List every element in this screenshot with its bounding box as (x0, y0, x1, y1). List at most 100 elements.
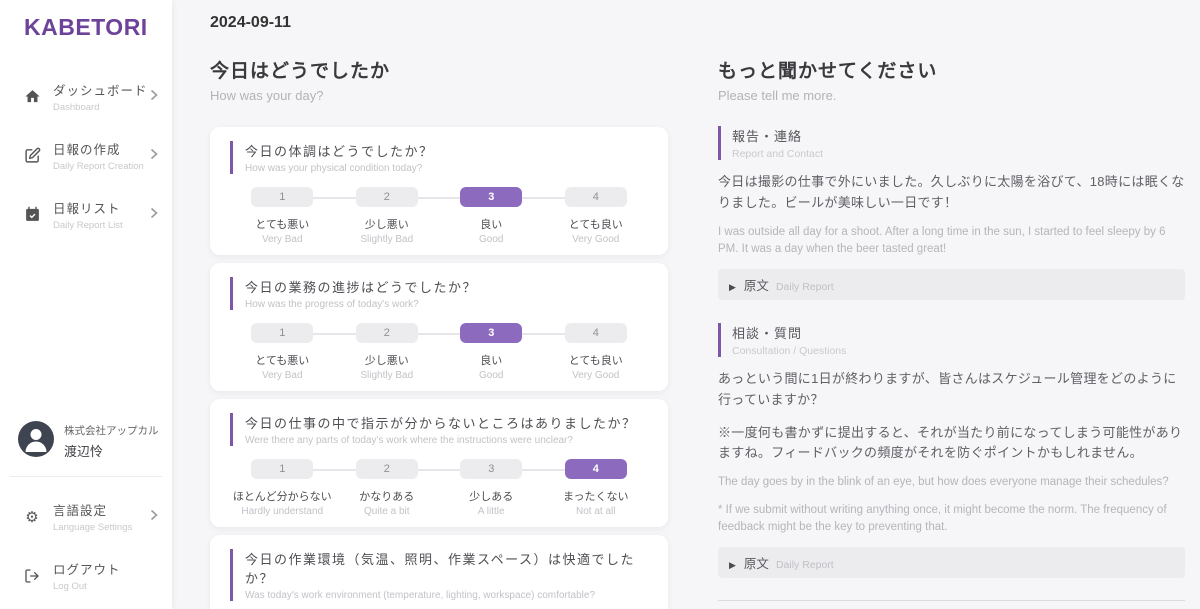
question-text-jp: 今日の業務の進捗はどうでしたか？ (245, 277, 648, 296)
sidebar-item-daily-report-creation[interactable]: 日報の作成 Daily Report Creation (0, 134, 172, 177)
chevron-right-icon (150, 88, 158, 106)
avatar (18, 421, 54, 462)
rating-option: 1 ほとんど分からない Hardly understand (230, 459, 335, 517)
nav-label-en: Log Out (53, 581, 158, 592)
original-text-toggle[interactable]: ▶ 原文 Daily Report (718, 547, 1185, 578)
original-text-toggle[interactable]: ▶ 原文 Daily Report (718, 269, 1185, 300)
rating-option: 3 少しある A little (439, 459, 544, 517)
question-text-en: How was the progress of today's work? (245, 299, 648, 310)
original-text-label-en: Daily Report (776, 559, 834, 571)
section-heading: 相談・質問 Consultation / Questions (718, 323, 1185, 357)
rating-pill-2[interactable]: 2 (356, 323, 418, 343)
section-heading: 報告・連絡 Report and Contact (718, 126, 1185, 160)
feedback-title-jp: もっと聞かせてください (718, 56, 1185, 83)
sidebar-item-daily-report-list[interactable]: 日報リスト Daily Report List (0, 193, 172, 236)
rating-pill-1[interactable]: 1 (251, 323, 313, 343)
question-heading: 今日の仕事の中で指示が分からないところはありましたか？ Were there a… (230, 413, 648, 446)
triangle-right-icon: ▶ (729, 282, 736, 293)
rating-label-en: A little (478, 506, 505, 517)
rating-label-en: Slightly Bad (360, 370, 413, 381)
question-text-en: How was your physical condition today? (245, 163, 648, 174)
survey-title-en: How was your day? (210, 88, 668, 103)
sidebar-item-dashboard[interactable]: ダッシュボード Dashboard (0, 75, 172, 118)
triangle-right-icon: ▶ (729, 560, 736, 571)
survey-column: 今日はどうでしたか How was your day? 今日の体調はどうでしたか… (210, 56, 668, 609)
user-company: 株式会社アップカル (64, 423, 159, 438)
question-text-jp: 今日の体調はどうでしたか？ (245, 141, 648, 160)
rating-option: 2 少し悪い Slightly Bad (335, 323, 440, 381)
sidebar-item-logout[interactable]: ログアウト Log Out (0, 554, 172, 597)
consultation-text-jp: あっという間に1日が終わりますが、皆さんはスケジュール管理をどのように行っていま… (718, 369, 1185, 411)
consultation-text-en: The day goes by in the blink of an eye, … (718, 474, 1185, 491)
sidebar-nav: ダッシュボード Dashboard 日報の作成 Daily Report Cre… (0, 75, 172, 236)
question-text-jp: 今日の仕事の中で指示が分からないところはありましたか？ (245, 413, 648, 432)
nav-label-en: Language Settings (53, 522, 150, 533)
question-card: 今日の体調はどうでしたか？ How was your physical cond… (210, 127, 668, 255)
nav-label-jp: 日報の作成 (53, 139, 150, 158)
rating-label-en: Very Good (572, 370, 619, 381)
rating-label-jp: とても悪い (255, 352, 309, 368)
rating-option: 3 良い Good (439, 187, 544, 245)
sidebar: KABETORI ダッシュボード Dashboard 日 (0, 0, 172, 609)
question-card: 今日の仕事の中で指示が分からないところはありましたか？ Were there a… (210, 399, 668, 527)
rating-pill-3[interactable]: 3 (460, 459, 522, 479)
feedback-title-en: Please tell me more. (718, 88, 1185, 103)
rating-label-jp: 良い (480, 216, 502, 232)
rating-scale: 1 とても悪い Very Bad 2 少し悪い Slightly Bad (230, 323, 648, 381)
app-window: KABETORI ダッシュボード Dashboard 日 (0, 0, 1200, 609)
section-heading-jp: 報告・連絡 (732, 126, 1185, 145)
report-text-en: I was outside all day for a shoot. After… (718, 224, 1185, 259)
rating-pill-3[interactable]: 3 (460, 187, 522, 207)
sidebar-item-language-settings[interactable]: ⚙ 言語設定 Language Settings (0, 495, 172, 538)
rating-label-jp: 少し悪い (365, 352, 409, 368)
rating-pill-2[interactable]: 2 (356, 187, 418, 207)
report-contact-section: 報告・連絡 Report and Contact 今日は撮影の仕事で外にいました… (718, 126, 1185, 300)
rating-label-jp: とても悪い (255, 216, 309, 232)
rating-option: 1 とても悪い Very Bad (230, 187, 335, 245)
calendar-check-icon (22, 206, 42, 223)
rating-label-en: Not at all (576, 506, 615, 517)
original-text-label-jp: 原文 (744, 275, 769, 294)
rating-pill-4[interactable]: 4 (565, 187, 627, 207)
section-heading-en: Consultation / Questions (732, 345, 1185, 357)
survey-title-jp: 今日はどうでしたか (210, 56, 668, 83)
rating-pill-4[interactable]: 4 (565, 323, 627, 343)
user-profile: 株式会社アップカル 渡辺怜 (0, 421, 172, 462)
rating-label-jp: 少しある (469, 488, 513, 504)
rating-pill-1[interactable]: 1 (251, 459, 313, 479)
nav-label-jp: ログアウト (53, 559, 158, 578)
rating-label-en: Very Bad (262, 370, 303, 381)
rating-option: 2 かなりある Quite a bit (335, 459, 440, 517)
rating-label-en: Quite a bit (364, 506, 410, 517)
rating-label-jp: 良い (480, 352, 502, 368)
question-heading: 今日の体調はどうでしたか？ How was your physical cond… (230, 141, 648, 174)
rating-option: 4 まったくない Not at all (544, 459, 649, 517)
rating-option: 1 とても悪い Very Bad (230, 323, 335, 381)
question-card: 今日の業務の進捗はどうでしたか？ How was the progress of… (210, 263, 668, 391)
rating-label-en: Very Good (572, 234, 619, 245)
rating-pill-1[interactable]: 1 (251, 187, 313, 207)
rating-pill-3[interactable]: 3 (460, 323, 522, 343)
logout-icon (22, 568, 42, 584)
rating-label-en: Hardly understand (241, 506, 323, 517)
rating-label-jp: とても良い (569, 216, 623, 232)
question-heading: 今日の業務の進捗はどうでしたか？ How was the progress of… (230, 277, 648, 310)
rating-pill-2[interactable]: 2 (356, 459, 418, 479)
sidebar-divider (10, 476, 162, 477)
nav-label-jp: 日報リスト (53, 198, 150, 217)
user-name: 渡辺怜 (64, 441, 159, 460)
rating-scale: 1 ほとんど分からない Hardly understand 2 かなりある Qu… (230, 459, 648, 517)
report-date: 2024-09-11 (210, 14, 1185, 32)
original-text-label-jp: 原文 (744, 553, 769, 572)
app-logo: KABETORI (0, 14, 172, 41)
rating-label-jp: とても良い (569, 352, 623, 368)
question-text-jp: 今日の作業環境（気温、照明、作業スペース）は快適でしたか？ (245, 549, 648, 587)
chevron-right-icon (150, 206, 158, 224)
rating-option: 4 とても良い Very Good (544, 323, 649, 381)
consultation-section: 相談・質問 Consultation / Questions あっという間に1日… (718, 323, 1185, 578)
rating-option: 3 良い Good (439, 323, 544, 381)
rating-pill-4[interactable]: 4 (565, 459, 627, 479)
nav-label-jp: ダッシュボード (53, 80, 150, 99)
nav-label-en: Dashboard (53, 102, 150, 113)
chevron-right-icon (150, 147, 158, 165)
